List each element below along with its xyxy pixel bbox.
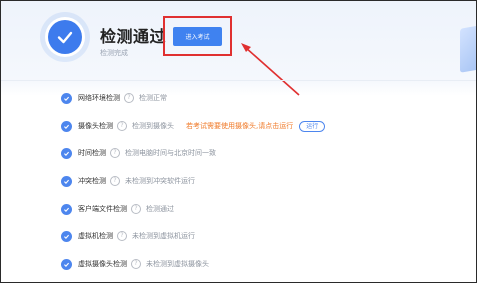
check-row-time: 时间检测 ? 检测电脑时间与北京时间一致 xyxy=(61,146,216,160)
pass-check-icon xyxy=(45,17,85,57)
check-name: 冲突检测 xyxy=(78,177,106,185)
check-circle-icon xyxy=(61,147,72,159)
highlight-box: 进入考试 xyxy=(163,16,232,56)
check-status: 未检测到虚拟机运行 xyxy=(132,232,195,240)
check-row-conflict: 冲突检测 ? 未检测到冲突软件运行 xyxy=(61,174,195,188)
check-name: 时间检测 xyxy=(78,149,106,157)
check-circle-icon xyxy=(61,120,72,132)
check-status: 检测电脑时间与北京时间一致 xyxy=(125,149,216,157)
check-circle-icon xyxy=(61,230,72,242)
run-button[interactable]: 运行 xyxy=(299,120,326,132)
check-name: 摄像头检测 xyxy=(78,122,113,130)
camera-warning: 若考试需要使用摄像头,请点击运行 xyxy=(186,122,294,130)
check-status: 检测通过 xyxy=(146,205,174,213)
help-icon[interactable]: ? xyxy=(117,121,127,131)
check-circle-icon xyxy=(61,258,72,270)
check-row-virtual-camera: 虚拟摄像头检测 ? 未检测到虚拟摄像头 xyxy=(61,257,209,271)
check-name: 虚拟机检测 xyxy=(78,232,113,240)
arrow-annotation-icon xyxy=(241,43,300,96)
help-icon[interactable]: ? xyxy=(124,93,134,103)
help-icon[interactable]: ? xyxy=(131,204,141,214)
window: 检测通过 检测完成 进入考试 网络环境检测 ? 检测正常 摄像头检测 ? 检测到… xyxy=(0,0,477,283)
check-row-network: 网络环境检测 ? 检测正常 xyxy=(61,91,167,105)
help-icon[interactable]: ? xyxy=(110,176,120,186)
check-circle-icon xyxy=(61,203,72,215)
page-subtitle: 检测完成 xyxy=(100,49,128,57)
help-icon[interactable]: ? xyxy=(117,231,127,241)
help-icon[interactable]: ? xyxy=(131,259,141,269)
check-row-client-files: 客户端文件检测 ? 检测通过 xyxy=(61,202,174,216)
check-row-camera: 摄像头检测 ? 检测到摄像头 若考试需要使用摄像头,请点击运行 运行 xyxy=(61,119,326,133)
check-name: 网络环境检测 xyxy=(78,94,120,102)
page-title: 检测通过 xyxy=(100,27,167,46)
check-circle-icon xyxy=(61,175,72,187)
check-name: 虚拟摄像头检测 xyxy=(78,260,127,268)
check-row-vm: 虚拟机检测 ? 未检测到虚拟机运行 xyxy=(61,229,195,243)
check-status: 未检测到冲突软件运行 xyxy=(125,177,195,185)
divider xyxy=(1,80,476,81)
check-name: 客户端文件检测 xyxy=(78,205,127,213)
enter-exam-button[interactable]: 进入考试 xyxy=(173,26,222,46)
check-status: 检测到摄像头 xyxy=(132,122,174,130)
decoration-graphic xyxy=(460,25,476,73)
check-status: 未检测到虚拟摄像头 xyxy=(146,260,209,268)
check-circle-icon xyxy=(61,92,72,104)
help-icon[interactable]: ? xyxy=(110,148,120,158)
check-status: 检测正常 xyxy=(139,94,167,102)
